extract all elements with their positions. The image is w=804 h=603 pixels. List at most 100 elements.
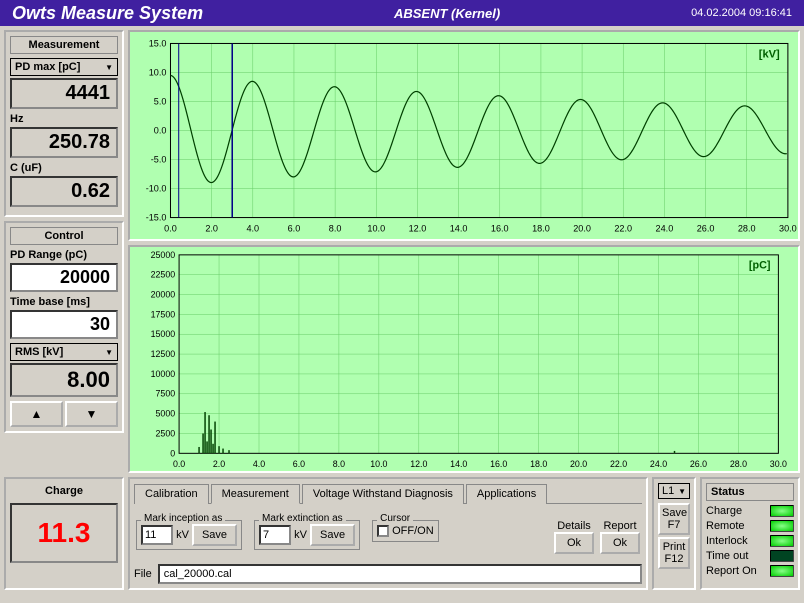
tab-calibration[interactable]: Calibration bbox=[134, 484, 209, 504]
tab-applications[interactable]: Applications bbox=[466, 484, 547, 504]
tab-row: Calibration Measurement Voltage Withstan… bbox=[134, 483, 642, 504]
svg-text:[pC]: [pC] bbox=[749, 260, 771, 272]
report-ok-button[interactable]: Ok bbox=[600, 532, 640, 554]
tab-measurement[interactable]: Measurement bbox=[211, 484, 300, 504]
svg-text:0: 0 bbox=[170, 448, 175, 458]
svg-text:18.0: 18.0 bbox=[530, 459, 547, 469]
rms-combo[interactable]: RMS [kV] bbox=[10, 343, 118, 361]
extinction-input[interactable] bbox=[259, 525, 291, 545]
svg-text:26.0: 26.0 bbox=[690, 459, 707, 469]
print-button[interactable]: PrintF12 bbox=[658, 537, 690, 569]
l1-combo[interactable]: L1 bbox=[658, 483, 690, 499]
svg-text:15.0: 15.0 bbox=[149, 39, 167, 49]
status-led bbox=[770, 520, 794, 532]
down-button[interactable]: ▼ bbox=[65, 401, 118, 427]
svg-text:-10.0: -10.0 bbox=[146, 184, 167, 194]
mark-inception-group: Mark inception as kV Save bbox=[136, 520, 242, 550]
svg-text:28.0: 28.0 bbox=[730, 459, 747, 469]
status-led bbox=[770, 505, 794, 517]
hz-label: Hz bbox=[10, 113, 118, 125]
svg-text:16.0: 16.0 bbox=[491, 224, 509, 234]
time-base-input[interactable] bbox=[10, 310, 118, 339]
inception-save-button[interactable]: Save bbox=[192, 524, 237, 546]
svg-text:28.0: 28.0 bbox=[738, 224, 756, 234]
svg-text:-15.0: -15.0 bbox=[146, 213, 167, 223]
status-row: Interlock bbox=[706, 535, 794, 547]
details-ok-button[interactable]: Ok bbox=[554, 532, 594, 554]
side-buttons-panel: L1 SaveF7 PrintF12 bbox=[652, 477, 696, 590]
svg-text:-5.0: -5.0 bbox=[151, 155, 167, 165]
control-panel-title: Control bbox=[10, 227, 118, 245]
c-value: 0.62 bbox=[10, 176, 118, 207]
app-title: Owts Measure System bbox=[12, 3, 203, 24]
hz-value: 250.78 bbox=[10, 127, 118, 158]
titlebar: Owts Measure System ABSENT (Kernel) 04.0… bbox=[0, 0, 804, 26]
svg-text:22500: 22500 bbox=[151, 270, 176, 280]
extinction-save-button[interactable]: Save bbox=[310, 524, 355, 546]
svg-text:5.0: 5.0 bbox=[154, 97, 167, 107]
svg-text:22.0: 22.0 bbox=[614, 224, 632, 234]
svg-text:22.0: 22.0 bbox=[610, 459, 627, 469]
svg-text:8.0: 8.0 bbox=[329, 224, 342, 234]
inception-input[interactable] bbox=[141, 525, 173, 545]
svg-text:5000: 5000 bbox=[156, 409, 176, 419]
svg-text:12500: 12500 bbox=[151, 349, 176, 359]
cursor-checkbox[interactable] bbox=[377, 525, 389, 537]
svg-text:30.0: 30.0 bbox=[770, 459, 787, 469]
save-button[interactable]: SaveF7 bbox=[658, 503, 690, 535]
charge-value: 11.3 bbox=[10, 503, 118, 563]
pd-chart[interactable]: 0.02.04.06.08.010.012.014.016.018.020.02… bbox=[128, 245, 800, 473]
svg-text:16.0: 16.0 bbox=[490, 459, 507, 469]
pd-range-label: PD Range (pC) bbox=[10, 249, 118, 261]
svg-text:14.0: 14.0 bbox=[450, 224, 468, 234]
measurement-panel: Measurement PD max [pC] 4441 Hz 250.78 C… bbox=[4, 30, 124, 217]
svg-text:12.0: 12.0 bbox=[409, 224, 427, 234]
charge-title: Charge bbox=[10, 483, 118, 499]
svg-text:20.0: 20.0 bbox=[573, 224, 591, 234]
svg-text:30.0: 30.0 bbox=[779, 224, 797, 234]
status-row: Remote bbox=[706, 520, 794, 532]
svg-text:6.0: 6.0 bbox=[288, 224, 301, 234]
svg-text:17500: 17500 bbox=[151, 309, 176, 319]
timestamp: 04.02.2004 09:16:41 bbox=[691, 7, 792, 19]
file-input[interactable]: cal_20000.cal bbox=[158, 564, 642, 584]
svg-text:8.0: 8.0 bbox=[333, 459, 345, 469]
svg-text:7500: 7500 bbox=[156, 389, 176, 399]
svg-text:[kV]: [kV] bbox=[759, 49, 780, 61]
status-row: Charge bbox=[706, 505, 794, 517]
tabs-panel: Calibration Measurement Voltage Withstan… bbox=[128, 477, 648, 590]
svg-text:2.0: 2.0 bbox=[205, 224, 218, 234]
status-row: Report On bbox=[706, 565, 794, 577]
svg-text:24.0: 24.0 bbox=[650, 459, 667, 469]
svg-text:0.0: 0.0 bbox=[173, 459, 185, 469]
svg-text:0.0: 0.0 bbox=[154, 126, 167, 136]
svg-text:15000: 15000 bbox=[151, 329, 176, 339]
svg-text:20.0: 20.0 bbox=[570, 459, 587, 469]
voltage-chart[interactable]: 0.0 2.0 4.0 6.0 8.0 10.0 12.0 14.0 16.0 18.0 20.0 2… bbox=[128, 30, 800, 241]
svg-text:2500: 2500 bbox=[156, 429, 176, 439]
svg-text:10.0: 10.0 bbox=[149, 68, 167, 78]
svg-text:6.0: 6.0 bbox=[293, 459, 305, 469]
status-led bbox=[770, 535, 794, 547]
app-subtitle: ABSENT (Kernel) bbox=[203, 6, 691, 21]
svg-text:24.0: 24.0 bbox=[656, 224, 674, 234]
status-title: Status bbox=[706, 483, 794, 501]
up-button[interactable]: ▲ bbox=[10, 401, 63, 427]
status-row: Time out bbox=[706, 550, 794, 562]
pd-range-input[interactable] bbox=[10, 263, 118, 292]
svg-text:14.0: 14.0 bbox=[450, 459, 467, 469]
status-led bbox=[770, 550, 794, 562]
status-panel: Status Charge Remote Interlock Time out Repo… bbox=[700, 477, 800, 590]
svg-text:10000: 10000 bbox=[151, 369, 176, 379]
file-label: File bbox=[134, 568, 152, 580]
svg-text:10.0: 10.0 bbox=[370, 459, 387, 469]
svg-text:4.0: 4.0 bbox=[246, 224, 259, 234]
mark-extinction-group: Mark extinction as kV Save bbox=[254, 520, 360, 550]
pd-max-combo[interactable]: PD max [pC] bbox=[10, 58, 118, 76]
svg-text:18.0: 18.0 bbox=[532, 224, 550, 234]
tab-voltage[interactable]: Voltage Withstand Diagnosis bbox=[302, 484, 464, 504]
svg-text:26.0: 26.0 bbox=[697, 224, 715, 234]
time-base-label: Time base [ms] bbox=[10, 296, 118, 308]
svg-text:20000: 20000 bbox=[151, 290, 176, 300]
c-label: C (uF) bbox=[10, 162, 118, 174]
